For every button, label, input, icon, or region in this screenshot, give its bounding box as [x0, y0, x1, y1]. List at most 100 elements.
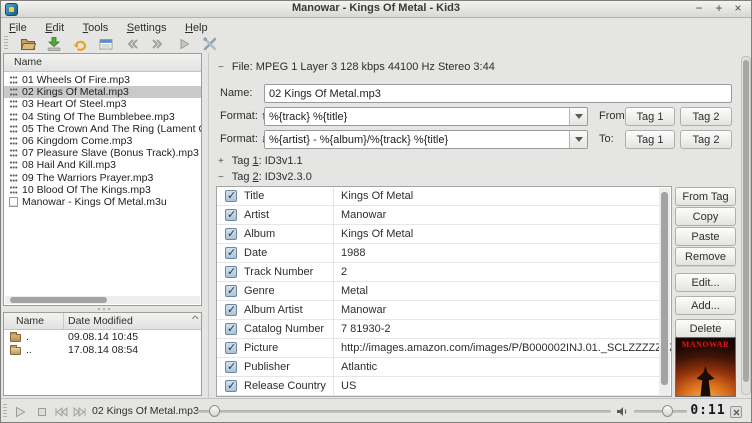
table-row[interactable]: Artist Manowar: [217, 206, 671, 225]
play-icon[interactable]: [175, 35, 192, 52]
titlebar[interactable]: Manowar - Kings Of Metal - Kid3 − + ×: [1, 1, 751, 18]
tag-action-button[interactable]: Remove: [675, 247, 736, 266]
to-tag2-button[interactable]: Tag 2: [680, 130, 732, 149]
player-previous-icon[interactable]: [52, 404, 69, 419]
format-up-combobox[interactable]: [264, 107, 588, 126]
collapse-icon[interactable]: −: [218, 62, 224, 73]
file-list-item[interactable]: 01 Wheels Of Fire.mp3: [4, 74, 201, 86]
table-row[interactable]: Publisher Atlantic: [217, 358, 671, 377]
frame-value[interactable]: 7 81930-2: [334, 323, 671, 335]
file-list-hscrollbar[interactable]: [5, 296, 200, 304]
frame-value[interactable]: Manowar: [334, 209, 671, 221]
toolbar-drag-handle[interactable]: [4, 36, 8, 51]
pane-vscrollbar[interactable]: [741, 56, 751, 395]
frame-checkbox[interactable]: [225, 380, 237, 392]
frame-value[interactable]: Atlantic: [334, 361, 671, 373]
from-tag1-button[interactable]: Tag 1: [625, 107, 675, 126]
to-tag1-button[interactable]: Tag 1: [625, 130, 675, 149]
frame-checkbox[interactable]: [225, 247, 237, 259]
frame-checkbox[interactable]: [225, 342, 237, 354]
close-button[interactable]: ×: [730, 1, 746, 17]
seek-slider[interactable]: [197, 410, 611, 413]
file-list-item[interactable]: 06 Kingdom Come.mp3: [4, 135, 201, 147]
frame-value[interactable]: Kings Of Metal: [334, 190, 671, 202]
tag-action-button[interactable]: Paste: [675, 227, 736, 246]
table-row[interactable]: Title Kings Of Metal: [217, 187, 671, 206]
frame-action-button[interactable]: Delete: [675, 319, 736, 338]
file-list-item[interactable]: 07 Pleasure Slave (Bonus Track).mp3: [4, 147, 201, 159]
file-list-item[interactable]: 05 The Crown And The Ring (Lament Of Th: [4, 123, 201, 135]
tag-action-button[interactable]: Copy: [675, 207, 736, 226]
column-header-name[interactable]: Name: [4, 313, 64, 329]
frame-action-button[interactable]: Edit...: [675, 273, 736, 292]
column-header-date[interactable]: Date Modified ^: [64, 313, 201, 329]
frame-checkbox[interactable]: [225, 323, 237, 335]
directory-row[interactable]: .. 17.08.14 08:54: [4, 343, 201, 356]
vscrollbar-thumb[interactable]: [661, 192, 668, 385]
file-list-item[interactable]: 02 Kings Of Metal.mp3: [4, 86, 201, 98]
table-row[interactable]: Picture http://images.amazon.com/images/…: [217, 339, 671, 358]
revert-icon[interactable]: [71, 35, 88, 52]
table-row[interactable]: Track Number 2: [217, 263, 671, 282]
frame-checkbox[interactable]: [225, 266, 237, 278]
table-row[interactable]: Album Artist Manowar: [217, 301, 671, 320]
table-row[interactable]: Catalog Number 7 81930-2: [217, 320, 671, 339]
maximize-button[interactable]: +: [711, 1, 727, 17]
frame-checkbox[interactable]: [225, 361, 237, 373]
file-list-item[interactable]: 09 The Warriors Prayer.mp3: [4, 172, 201, 184]
file-list-item[interactable]: 04 Sting Of The Bumblebee.mp3: [4, 111, 201, 123]
file-list-item[interactable]: 08 Hail And Kill.mp3: [4, 159, 201, 171]
chevron-down-icon[interactable]: [569, 131, 587, 148]
volume-slider-thumb[interactable]: [662, 405, 673, 417]
tag1-section-header[interactable]: + Tag 1: ID3v1.1: [218, 155, 303, 167]
format-down-input[interactable]: [265, 131, 569, 148]
file-list-item[interactable]: 03 Heart Of Steel.mp3: [4, 98, 201, 110]
save-icon[interactable]: [45, 35, 62, 52]
file-list-header[interactable]: Name: [4, 54, 201, 72]
pane-vscrollbar-thumb[interactable]: [743, 60, 749, 382]
player-play-icon[interactable]: [11, 404, 28, 419]
frame-checkbox[interactable]: [225, 304, 237, 316]
chevron-down-icon[interactable]: [569, 108, 587, 125]
frame-value[interactable]: Metal: [334, 285, 671, 297]
frame-value[interactable]: US: [334, 380, 671, 392]
frame-action-button[interactable]: Add...: [675, 296, 736, 315]
frame-checkbox[interactable]: [225, 228, 237, 240]
file-section-header[interactable]: − File: MPEG 1 Layer 3 128 kbps 44100 Hz…: [218, 61, 495, 73]
collapse-icon[interactable]: −: [218, 172, 224, 183]
format-down-combobox[interactable]: [264, 130, 588, 149]
table-row[interactable]: Genre Metal: [217, 282, 671, 301]
table-vscrollbar[interactable]: [659, 188, 670, 395]
player-stop-icon[interactable]: [33, 404, 50, 419]
previous-file-icon[interactable]: [123, 35, 140, 52]
table-row[interactable]: Release Country US: [217, 377, 671, 396]
player-next-icon[interactable]: [71, 404, 88, 419]
volume-icon[interactable]: [616, 406, 628, 420]
frame-checkbox[interactable]: [225, 190, 237, 202]
volume-slider[interactable]: [634, 410, 687, 413]
tag-action-button[interactable]: From Tag 1: [675, 187, 736, 206]
open-directory-icon[interactable]: [19, 35, 36, 52]
file-list-item[interactable]: 10 Blood Of The Kings.mp3: [4, 184, 201, 196]
album-cover-thumbnail[interactable]: MANOWAR: [675, 337, 736, 397]
select-all-icon[interactable]: [97, 35, 114, 52]
file-list-item[interactable]: Manowar - Kings Of Metal.m3u: [4, 196, 201, 208]
frame-value[interactable]: http://images.amazon.com/images/P/B00000…: [334, 342, 671, 354]
frame-checkbox[interactable]: [225, 209, 237, 221]
frame-value[interactable]: 2: [334, 266, 671, 278]
minimize-button[interactable]: −: [691, 1, 707, 17]
hscrollbar-thumb[interactable]: [10, 297, 107, 303]
configure-icon[interactable]: [201, 35, 218, 52]
frame-value[interactable]: Manowar: [334, 304, 671, 316]
frame-value[interactable]: 1988: [334, 247, 671, 259]
player-close-icon[interactable]: [730, 406, 742, 418]
format-up-input[interactable]: [265, 108, 569, 125]
tag2-section-header[interactable]: − Tag 2: ID3v2.3.0: [218, 171, 312, 183]
next-file-icon[interactable]: [149, 35, 166, 52]
frame-checkbox[interactable]: [225, 285, 237, 297]
expand-icon[interactable]: +: [218, 156, 224, 167]
frame-value[interactable]: Kings Of Metal: [334, 228, 671, 240]
from-tag2-button[interactable]: Tag 2: [680, 107, 732, 126]
filename-input[interactable]: [264, 84, 732, 103]
player-drag-handle[interactable]: [3, 404, 7, 419]
